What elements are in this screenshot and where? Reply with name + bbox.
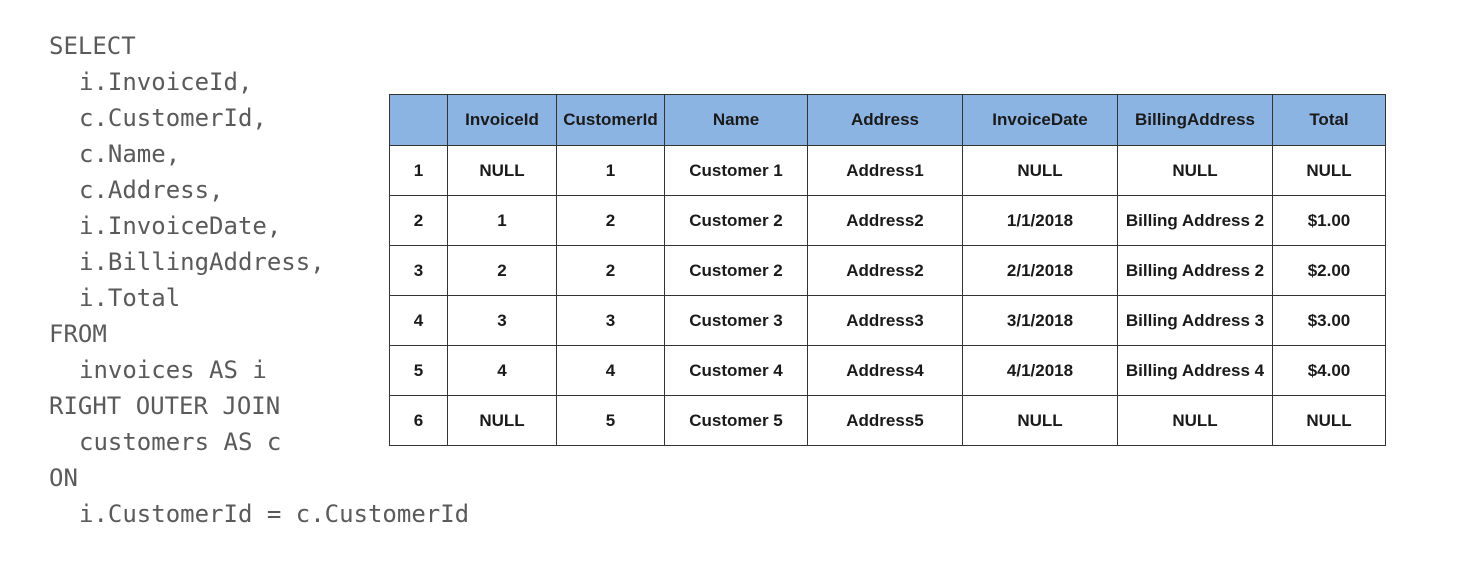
column-header-row-number (389, 94, 448, 146)
customerid-cell: 2 (556, 195, 665, 246)
column-header-billingaddress: BillingAddress (1117, 94, 1273, 146)
invoiceid-cell: 1 (447, 195, 557, 246)
invoiceid-cell: NULL (447, 395, 557, 446)
sql-line: i.CustomerId = c.CustomerId (79, 500, 470, 528)
name-cell: Customer 2 (664, 245, 808, 296)
sql-line: ON (49, 464, 78, 492)
customerid-cell: 3 (556, 295, 665, 346)
query-result-table: InvoiceId CustomerId Name Address Invoic… (389, 94, 1386, 446)
header-row: InvoiceId CustomerId Name Address Invoic… (389, 94, 1386, 146)
billingaddress-cell: NULL (1117, 145, 1273, 196)
billingaddress-cell: Billing Address 2 (1117, 195, 1273, 246)
table-row: 1 NULL 1 Customer 1 Address1 NULL NULL N… (389, 145, 1386, 196)
name-cell: Customer 3 (664, 295, 808, 346)
invoicedate-cell: 4/1/2018 (962, 345, 1118, 396)
address-cell: Address2 (807, 245, 963, 296)
address-cell: Address1 (807, 145, 963, 196)
table-header: InvoiceId CustomerId Name Address Invoic… (389, 94, 1386, 146)
row-number-cell: 5 (389, 345, 448, 396)
column-header-total: Total (1272, 94, 1386, 146)
customerid-cell: 2 (556, 245, 665, 296)
customerid-cell: 1 (556, 145, 665, 196)
table-row: 3 2 2 Customer 2 Address2 2/1/2018 Billi… (389, 245, 1386, 296)
billingaddress-cell: Billing Address 4 (1117, 345, 1273, 396)
invoicedate-cell: 1/1/2018 (962, 195, 1118, 246)
address-cell: Address5 (807, 395, 963, 446)
customerid-cell: 4 (556, 345, 665, 396)
row-number-cell: 4 (389, 295, 448, 346)
invoiceid-cell: NULL (447, 145, 557, 196)
name-cell: Customer 4 (664, 345, 808, 396)
sql-line: SELECT (49, 32, 136, 60)
name-cell: Customer 5 (664, 395, 808, 446)
billingaddress-cell: Billing Address 3 (1117, 295, 1273, 346)
total-cell: $2.00 (1272, 245, 1386, 296)
address-cell: Address4 (807, 345, 963, 396)
table-body: 1 NULL 1 Customer 1 Address1 NULL NULL N… (389, 145, 1386, 446)
column-header-address: Address (807, 94, 963, 146)
name-cell: Customer 1 (664, 145, 808, 196)
invoicedate-cell: 2/1/2018 (962, 245, 1118, 296)
address-cell: Address3 (807, 295, 963, 346)
invoicedate-cell: NULL (962, 145, 1118, 196)
total-cell: $1.00 (1272, 195, 1386, 246)
total-cell: $4.00 (1272, 345, 1386, 396)
row-number-cell: 1 (389, 145, 448, 196)
total-cell: NULL (1272, 395, 1386, 446)
invoicedate-cell: NULL (962, 395, 1118, 446)
address-cell: Address2 (807, 195, 963, 246)
column-header-invoicedate: InvoiceDate (962, 94, 1118, 146)
invoiceid-cell: 4 (447, 345, 557, 396)
name-cell: Customer 2 (664, 195, 808, 246)
column-header-customerid: CustomerId (556, 94, 665, 146)
billingaddress-cell: NULL (1117, 395, 1273, 446)
invoicedate-cell: 3/1/2018 (962, 295, 1118, 346)
table-row: 5 4 4 Customer 4 Address4 4/1/2018 Billi… (389, 345, 1386, 396)
column-header-name: Name (664, 94, 808, 146)
row-number-cell: 2 (389, 195, 448, 246)
column-header-invoiceid: InvoiceId (447, 94, 557, 146)
table-row: 6 NULL 5 Customer 5 Address5 NULL NULL N… (389, 395, 1386, 446)
table-row: 4 3 3 Customer 3 Address3 3/1/2018 Billi… (389, 295, 1386, 346)
invoiceid-cell: 3 (447, 295, 557, 346)
total-cell: NULL (1272, 145, 1386, 196)
total-cell: $3.00 (1272, 295, 1386, 346)
row-number-cell: 6 (389, 395, 448, 446)
billingaddress-cell: Billing Address 2 (1117, 245, 1273, 296)
table-row: 2 1 2 Customer 2 Address2 1/1/2018 Billi… (389, 195, 1386, 246)
invoiceid-cell: 2 (447, 245, 557, 296)
customerid-cell: 5 (556, 395, 665, 446)
row-number-cell: 3 (389, 245, 448, 296)
